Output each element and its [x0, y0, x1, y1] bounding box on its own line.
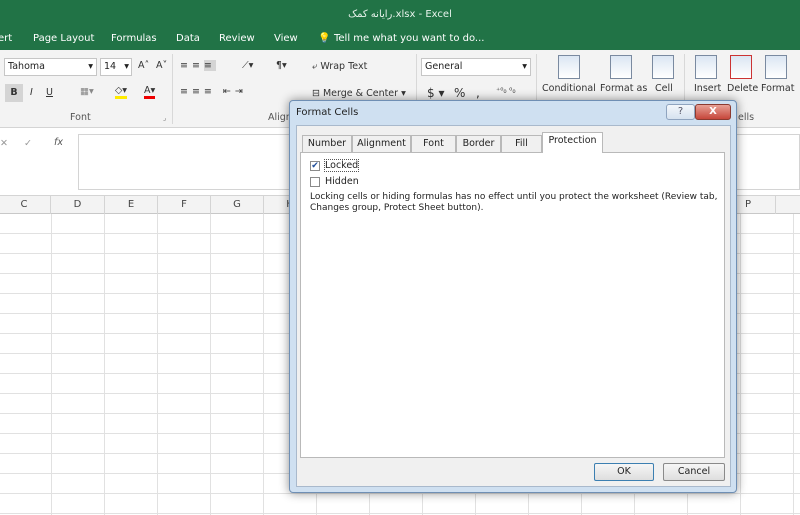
number-format-select[interactable]: General ▾ [421, 58, 531, 76]
column-header[interactable]: E [105, 196, 158, 214]
comma-button[interactable]: , [476, 86, 480, 100]
merge-center-button[interactable]: ⊟ Merge & Center ▾ [312, 88, 406, 99]
format-icon [765, 55, 787, 79]
lightbulb-icon: 💡 [318, 33, 331, 44]
format-as-table-icon [610, 55, 632, 79]
tab-insert[interactable]: ert [0, 33, 12, 44]
column-header[interactable]: F [158, 196, 211, 214]
title-bar: رایانه کمک.xlsx - Excel [0, 0, 800, 28]
bold-button[interactable]: B [5, 84, 23, 102]
wrap-text-button[interactable]: ⤶ Wrap Text [312, 61, 367, 72]
tab-formulas[interactable]: Formulas [111, 33, 157, 44]
decrease-font-icon[interactable]: A˅ [156, 60, 167, 71]
tab-number[interactable]: Number [302, 135, 352, 152]
dialog-title: Format Cells [296, 107, 359, 118]
dialog-body: Number Alignment Font Border Fill Protec… [296, 125, 731, 487]
insert-icon [695, 55, 717, 79]
cells-group-label: ells [738, 112, 755, 123]
format-as-table-button[interactable]: Format as [600, 83, 647, 94]
font-color-icon[interactable]: A▾ [144, 85, 156, 99]
text-direction-icon[interactable]: ¶▾ [276, 60, 287, 71]
enter-icon[interactable]: ✓ [24, 138, 32, 149]
format-button[interactable]: Format [761, 83, 794, 94]
ok-button[interactable]: OK [594, 463, 654, 481]
protection-panel: ✔ Locked Hidden Locking cells or hiding … [300, 152, 725, 458]
tab-review[interactable]: Review [219, 33, 255, 44]
tab-alignment[interactable]: Alignment [352, 135, 411, 152]
help-button[interactable]: ? [666, 104, 695, 120]
close-button[interactable]: X [695, 104, 731, 120]
protection-note: Locking cells or hiding formulas has no … [310, 192, 718, 213]
dialog-launcher-icon[interactable]: ⌟ [163, 114, 166, 122]
column-header[interactable]: D [51, 196, 105, 214]
tab-view[interactable]: View [274, 33, 298, 44]
hidden-label[interactable]: Hidden [325, 176, 359, 187]
decimal-icons[interactable]: ⁺⁰₀ ⁰₀ [496, 86, 516, 95]
cancel-icon[interactable]: ✕ [0, 138, 8, 149]
delete-button[interactable]: Delete [727, 83, 758, 94]
insert-function-icon[interactable]: fx [54, 137, 63, 148]
font-group-label: Font [70, 112, 91, 123]
cell-styles-icon [652, 55, 674, 79]
ribbon-tabs: ert Page Layout Formulas Data Review Vie… [0, 28, 800, 50]
delete-icon [730, 55, 752, 79]
underline-button[interactable]: U [46, 87, 53, 98]
conditional-formatting-icon [558, 55, 580, 79]
orientation-icon[interactable]: ⟋▾ [242, 60, 253, 71]
currency-button[interactable]: $ ▾ [427, 86, 444, 100]
column-header[interactable]: C [0, 196, 51, 214]
italic-button[interactable]: I [30, 87, 33, 98]
percent-button[interactable]: % [454, 86, 465, 100]
tab-fill[interactable]: Fill [501, 135, 542, 152]
insert-button[interactable]: Insert [694, 83, 721, 94]
cell-styles-button[interactable]: Cell [655, 83, 673, 94]
cancel-button[interactable]: Cancel [663, 463, 725, 481]
vertical-align-icons[interactable]: ≡≡≡ [180, 60, 216, 71]
tab-font[interactable]: Font [411, 135, 456, 152]
font-size-select[interactable]: 14 ▾ [100, 58, 132, 76]
tell-me-search[interactable]: Tell me what you want to do... [334, 33, 484, 44]
locked-label[interactable]: Locked [323, 159, 360, 172]
tab-protection[interactable]: Protection [542, 132, 603, 153]
tab-border[interactable]: Border [456, 135, 501, 152]
window-title: رایانه کمک.xlsx - Excel [348, 9, 452, 20]
font-name-select[interactable]: Tahoma ▾ [4, 58, 97, 76]
tab-page-layout[interactable]: Page Layout [33, 33, 94, 44]
increase-font-icon[interactable]: A˄ [138, 60, 149, 71]
hidden-checkbox[interactable] [310, 177, 320, 187]
conditional-formatting-button[interactable]: Conditional [542, 83, 596, 94]
horizontal-align-icons[interactable]: ≡≡≡ ⇤⇥ [180, 86, 247, 97]
column-header[interactable]: G [211, 196, 264, 214]
borders-icon[interactable]: ▦▾ [80, 86, 94, 97]
format-cells-dialog: Format Cells ? X Number Alignment Font B… [289, 100, 737, 493]
fill-color-icon[interactable]: ◇▾ [115, 85, 128, 99]
tab-data[interactable]: Data [176, 33, 200, 44]
locked-checkbox[interactable]: ✔ [310, 161, 320, 171]
